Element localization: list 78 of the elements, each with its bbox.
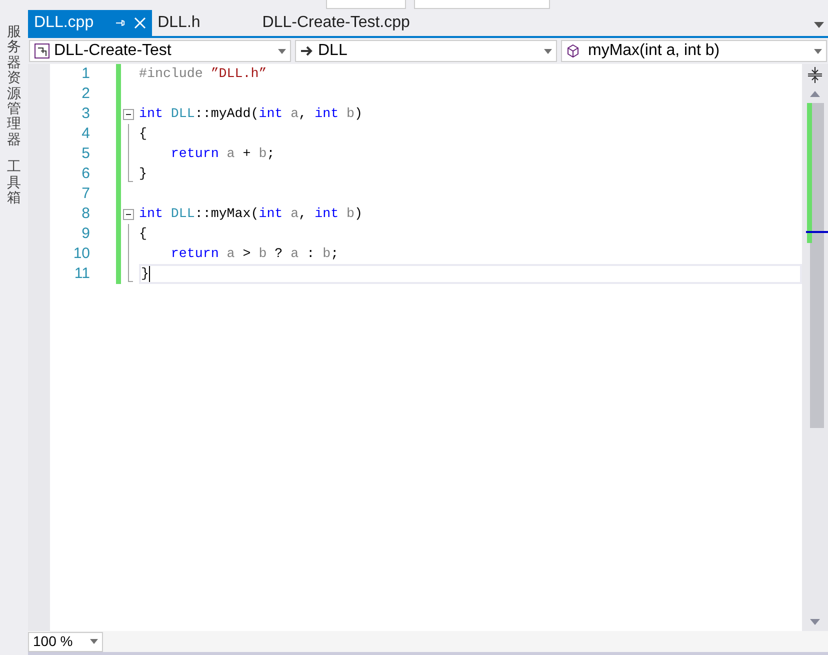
code-token: ) xyxy=(354,205,363,224)
line-number: 6 xyxy=(80,164,90,184)
project-dropdown[interactable]: DLL-Create-Test xyxy=(29,40,291,62)
code-token: ; xyxy=(330,245,339,264)
caret-position-marker xyxy=(806,231,828,233)
collapse-icon[interactable] xyxy=(123,208,134,220)
code-token: b xyxy=(258,245,267,264)
code-token: } xyxy=(139,165,147,184)
code-token: a xyxy=(290,245,299,264)
code-token: int xyxy=(139,205,163,224)
file-tab[interactable]: DLL.cpp xyxy=(28,10,152,36)
dropdown-arrow-icon xyxy=(278,48,286,54)
code-token: return xyxy=(170,145,219,164)
code-token: , xyxy=(298,105,308,124)
text-cursor xyxy=(148,266,150,282)
scope-dropdown[interactable]: DLL xyxy=(295,40,557,62)
code-token: a xyxy=(290,205,299,224)
file-tab[interactable]: DLL.h xyxy=(152,10,206,36)
line-number: 3 xyxy=(80,104,90,124)
code-token: ? xyxy=(274,245,284,264)
line-number: 7 xyxy=(80,184,90,204)
line-number: 4 xyxy=(80,124,90,144)
code-token: + xyxy=(242,145,252,164)
code-token: int xyxy=(314,205,339,224)
code-token: int xyxy=(139,105,163,124)
scroll-down-icon[interactable] xyxy=(810,619,820,625)
code-token: ) xyxy=(354,105,363,124)
dropdown-arrow-icon xyxy=(90,639,98,644)
line-number: 2 xyxy=(80,84,90,104)
dropdown-arrow-icon xyxy=(544,48,552,54)
code-token: ::myMax( xyxy=(194,205,259,224)
zoom-dropdown[interactable]: 100 % xyxy=(28,632,103,652)
tab-overflow-icon[interactable] xyxy=(814,22,824,28)
code-token: ; xyxy=(266,145,275,164)
dropdown-arrow-icon xyxy=(814,48,822,54)
member-dropdown[interactable]: myMax(int a, int b) xyxy=(561,40,827,62)
line-number: 11 xyxy=(73,264,90,284)
code-token: } xyxy=(141,265,149,284)
code-token: b xyxy=(322,245,331,264)
code-token: : xyxy=(306,245,316,264)
split-icon[interactable] xyxy=(808,67,822,83)
code-token: return xyxy=(170,245,219,264)
code-token: int xyxy=(314,105,339,124)
code-token: > xyxy=(242,245,252,264)
cube-icon xyxy=(566,44,580,58)
scope-name: DLL xyxy=(318,41,348,61)
line-number: 10 xyxy=(72,244,90,264)
code-token: DLL xyxy=(170,105,195,124)
scroll-up-icon[interactable] xyxy=(810,91,820,97)
code-token: int xyxy=(258,205,283,224)
member-name: myMax(int a, int b) xyxy=(588,41,721,61)
side-panel-tab[interactable]: 工具箱 xyxy=(7,159,21,206)
code-token: DLL xyxy=(170,205,195,224)
code-token: a xyxy=(226,145,235,164)
code-token: b xyxy=(346,205,355,224)
pin-icon[interactable] xyxy=(114,17,126,29)
close-icon[interactable] xyxy=(134,17,146,29)
code-token: ”DLL.h” xyxy=(210,65,267,84)
code-token: { xyxy=(139,125,147,144)
project-name: DLL-Create-Test xyxy=(54,41,172,61)
code-token: #include xyxy=(139,65,203,84)
collapse-icon[interactable] xyxy=(123,108,134,120)
code-token: { xyxy=(139,225,147,244)
side-panel-tab[interactable]: 服务器资源管理器 xyxy=(7,24,21,148)
project-icon xyxy=(34,43,50,59)
code-token: ::myAdd( xyxy=(194,105,259,124)
code-token: a xyxy=(226,245,235,264)
code-token: int xyxy=(258,105,283,124)
line-number: 9 xyxy=(80,224,90,244)
line-number: 1 xyxy=(80,64,90,84)
line-number: 8 xyxy=(80,204,90,224)
code-token: a xyxy=(290,105,299,124)
code-token: b xyxy=(258,145,267,164)
code-token: , xyxy=(298,205,308,224)
line-number: 5 xyxy=(80,144,90,164)
code-token: b xyxy=(346,105,355,124)
file-tab[interactable]: DLL-Create-Test.cpp xyxy=(256,10,416,36)
arrow-icon xyxy=(300,45,314,57)
